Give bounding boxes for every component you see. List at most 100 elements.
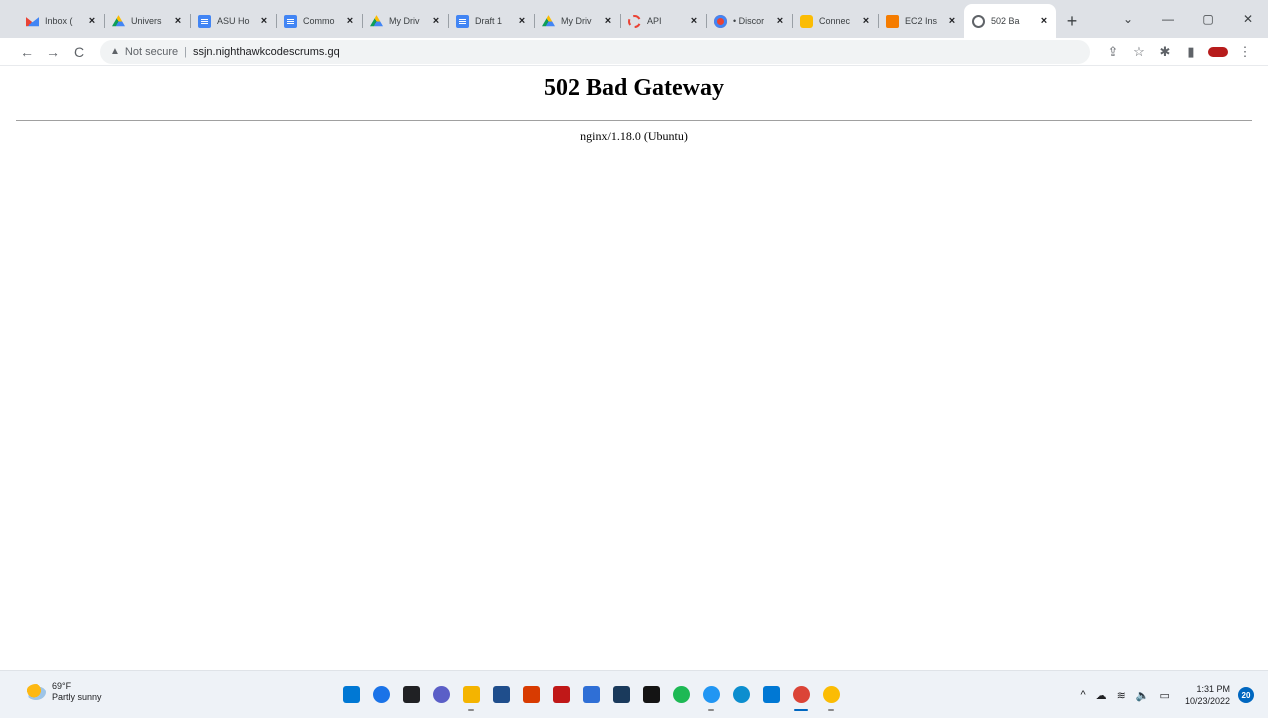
cloud-app-icon-glyph: [702, 685, 720, 703]
tab[interactable]: Univers ×: [104, 6, 190, 36]
url-text[interactable]: ssjn.nighthawkcodescrums.gq: [193, 46, 340, 58]
tab-close-icon[interactable]: ×: [688, 15, 700, 27]
calendar-icon-glyph: [582, 685, 600, 703]
divider: [16, 120, 1252, 121]
tab-title: Connec: [819, 16, 851, 26]
side-panel-icon[interactable]: ▮: [1178, 44, 1204, 60]
partly-sunny-icon: [26, 684, 46, 700]
notification-badge[interactable]: 20: [1238, 687, 1254, 703]
globe-icon: [972, 14, 985, 28]
onedrive-cloud-icon[interactable]: ☁: [1096, 689, 1107, 702]
cloud-app-icon[interactable]: [696, 679, 726, 711]
forward-button[interactable]: →: [40, 44, 66, 60]
tab-active[interactable]: 502 Ba ×: [964, 4, 1056, 38]
tab-close-icon[interactable]: ×: [774, 15, 786, 27]
chrome-dev-icon-glyph: [822, 685, 840, 703]
address-separator: |: [184, 45, 187, 58]
tab-close-icon[interactable]: ×: [946, 15, 958, 27]
store-icon-glyph: [492, 685, 510, 703]
battery-icon[interactable]: ▭: [1160, 689, 1170, 702]
wifi-icon[interactable]: ≋: [1117, 689, 1126, 702]
share-icon[interactable]: ⇪: [1100, 44, 1126, 60]
mcafee-icon[interactable]: [546, 679, 576, 709]
tab-title: Univers: [131, 16, 162, 26]
warning-icon[interactable]: ▲: [110, 46, 120, 57]
aws-ec2-icon: [886, 14, 899, 28]
page-title: 502 Bad Gateway: [544, 75, 724, 101]
tab[interactable]: EC2 Ins ×: [878, 6, 964, 36]
file-explorer-icon[interactable]: [456, 679, 486, 711]
show-hidden-icons-chevron-icon[interactable]: ^: [1080, 689, 1085, 701]
netflix-icon[interactable]: [636, 679, 666, 709]
tab-close-icon[interactable]: ×: [258, 15, 270, 27]
tab[interactable]: Connec ×: [792, 6, 878, 36]
new-tab-button[interactable]: +: [1058, 7, 1086, 35]
connect-icon: [800, 14, 813, 28]
tab-title: Draft 1: [475, 16, 503, 26]
volume-icon[interactable]: 🔈: [1136, 689, 1150, 702]
spotify-icon[interactable]: [666, 679, 696, 709]
vscode-icon[interactable]: [756, 679, 786, 709]
tab-close-icon[interactable]: ×: [344, 15, 356, 27]
search-icon[interactable]: [366, 679, 396, 709]
tab-close-icon[interactable]: ×: [1038, 15, 1050, 27]
window-controls: ⌄ — ▢ ✕: [1108, 0, 1268, 38]
close-window-button[interactable]: ✕: [1228, 12, 1268, 26]
task-view-icon[interactable]: [396, 679, 426, 709]
teams-chat-icon[interactable]: [426, 679, 456, 709]
tab[interactable]: ASU Ho ×: [190, 6, 276, 36]
restore-button[interactable]: ▢: [1188, 12, 1228, 26]
minimize-button[interactable]: —: [1148, 12, 1188, 26]
tab-list: Inbox (× Univers × ASU Ho × Commo × My Driv × Dra…: [0, 0, 1086, 38]
mcafee-icon-glyph: [552, 685, 570, 703]
google-docs-icon: [198, 14, 211, 28]
system-tray: ^ ☁ ≋ 🔈 ▭ 1:31 PM 10/23/2022 20: [1075, 671, 1268, 718]
google-drive-icon: [542, 15, 555, 27]
store-icon[interactable]: [486, 679, 516, 709]
tab-close-icon[interactable]: ×: [172, 15, 184, 27]
server-signature: nginx/1.18.0 (Ubuntu): [580, 129, 688, 143]
tab[interactable]: Commo ×: [276, 6, 362, 36]
tab[interactable]: My Driv ×: [362, 6, 448, 36]
vscode-icon-glyph: [762, 685, 780, 703]
tab[interactable]: • Discor ×: [706, 6, 792, 36]
edge-icon[interactable]: [726, 679, 756, 709]
clock[interactable]: 1:31 PM 10/23/2022: [1185, 683, 1230, 707]
menu-icon[interactable]: ⋮: [1232, 44, 1258, 60]
edge-icon-glyph: [732, 685, 750, 703]
address-bar[interactable]: ▲ Not secure | ssjn.nighthawkcodescrums.…: [100, 39, 1090, 64]
weather-widget[interactable]: 69°F Partly sunny: [26, 681, 102, 703]
tab[interactable]: API ×: [620, 6, 706, 36]
tab-close-icon[interactable]: ×: [430, 15, 442, 27]
tab-close-icon[interactable]: ×: [86, 15, 98, 27]
klondike-icon[interactable]: [606, 679, 636, 709]
back-button[interactable]: ←: [14, 44, 40, 60]
tab[interactable]: My Driv ×: [534, 6, 620, 36]
calendar-icon[interactable]: [576, 679, 606, 709]
chrome-dev-icon[interactable]: [816, 679, 846, 711]
tab-title: 502 Ba: [991, 16, 1020, 26]
tab[interactable]: Draft 1 ×: [448, 6, 534, 36]
google-docs-icon: [456, 14, 469, 28]
reload-button[interactable]: C: [66, 44, 92, 60]
tab-title: My Driv: [389, 16, 420, 26]
search-icon-glyph: [372, 685, 390, 703]
tab-search-icon[interactable]: ⌄: [1108, 12, 1148, 26]
extensions-icon[interactable]: ✱: [1152, 44, 1178, 60]
file-explorer-icon-glyph: [462, 685, 480, 703]
weather-temperature: 69°F: [52, 681, 72, 691]
office-icon-glyph: [522, 685, 540, 703]
start-button[interactable]: [336, 679, 366, 709]
tab-title: API: [647, 16, 662, 26]
tab[interactable]: Inbox (×: [18, 6, 104, 36]
tab-close-icon[interactable]: ×: [860, 15, 872, 27]
chrome-icon[interactable]: [786, 679, 816, 711]
tab-title: • Discor: [733, 16, 765, 26]
tab-title: My Driv: [561, 16, 592, 26]
office-icon[interactable]: [516, 679, 546, 709]
profile-avatar[interactable]: [1208, 46, 1228, 57]
tab-close-icon[interactable]: ×: [516, 15, 528, 27]
security-status[interactable]: Not secure: [125, 46, 178, 58]
tab-close-icon[interactable]: ×: [602, 15, 614, 27]
bookmark-star-icon[interactable]: ☆: [1126, 44, 1152, 60]
